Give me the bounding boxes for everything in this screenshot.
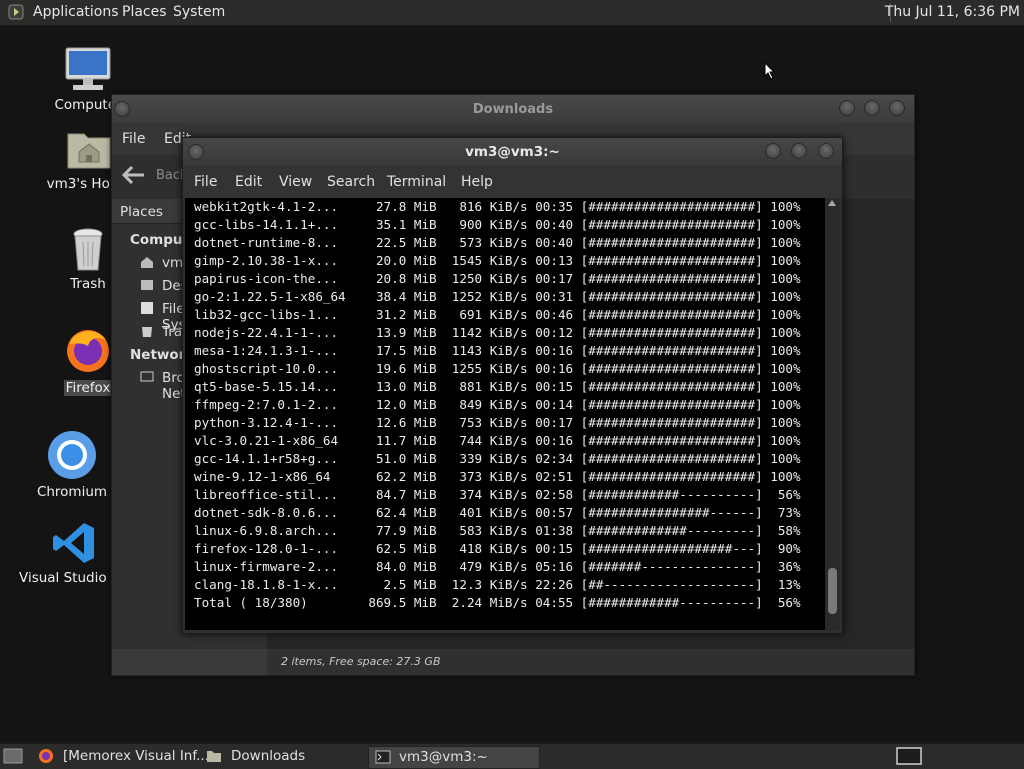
window-title: Downloads bbox=[472, 102, 554, 117]
close-button[interactable] bbox=[818, 143, 834, 159]
minimize-button[interactable] bbox=[765, 143, 781, 159]
workspace-switcher-icon[interactable] bbox=[896, 747, 922, 765]
status-text: 2 items, Free space: 27.3 GB bbox=[281, 655, 441, 668]
terminal-line: dotnet-runtime-8... 22.5 MiB 573 KiB/s 0… bbox=[194, 235, 801, 250]
terminal-line: linux-firmware-2... 84.0 MiB 479 KiB/s 0… bbox=[194, 559, 801, 574]
task-terminal[interactable]: vm3@vm3:~ bbox=[368, 746, 540, 769]
terminal-line: python-3.12.4-1-... 12.6 MiB 753 KiB/s 0… bbox=[194, 415, 801, 430]
terminal-line: dotnet-sdk-8.0.6... 62.4 MiB 401 KiB/s 0… bbox=[194, 505, 801, 520]
clock[interactable]: Thu Jul 11, 6:36 PM bbox=[885, 4, 1020, 20]
desktop-icon-label: Trash bbox=[70, 276, 106, 292]
task-label: Downloads bbox=[231, 748, 306, 764]
terminal-line: mesa-1:24.1.3-1-... 17.5 MiB 1143 KiB/s … bbox=[194, 343, 801, 358]
terminal-line: gimp-2.10.38-1-x... 20.0 MiB 1545 KiB/s … bbox=[194, 253, 801, 268]
firefox-icon bbox=[39, 749, 53, 763]
terminal-line: webkit2gtk-4.1-2... 27.8 MiB 816 KiB/s 0… bbox=[194, 199, 801, 214]
terminal-line: wine-9.12-1-x86_64 62.2 MiB 373 KiB/s 02… bbox=[194, 469, 801, 484]
task-firefox[interactable]: [Memorex Visual Inf... bbox=[36, 746, 209, 767]
applications-menu-icon[interactable] bbox=[8, 4, 24, 20]
task-label: vm3@vm3:~ bbox=[399, 749, 488, 765]
terminal-line: Total ( 18/380) 869.5 MiB 2.24 MiB/s 04:… bbox=[194, 595, 801, 610]
maximize-button[interactable] bbox=[791, 143, 807, 159]
task-downloads[interactable]: Downloads bbox=[204, 746, 364, 767]
terminal-line: go-2:1.22.5-1-x86_64 38.4 MiB 1252 KiB/s… bbox=[194, 289, 801, 304]
scrollbar[interactable] bbox=[825, 198, 840, 630]
sidebar-item-vm3[interactable]: vm3 bbox=[140, 255, 192, 273]
terminal-line: gcc-libs-14.1.1+... 35.1 MiB 900 KiB/s 0… bbox=[194, 217, 801, 232]
applications-menu[interactable]: Applications bbox=[33, 4, 119, 20]
menu-view[interactable]: View bbox=[279, 174, 312, 190]
desktop-icon-chromium[interactable]: Chromium bbox=[32, 430, 112, 500]
menu-terminal[interactable]: Terminal bbox=[387, 174, 446, 190]
computer-icon bbox=[65, 47, 111, 90]
terminal-line: vlc-3.0.21-1-x86_64 11.7 MiB 744 KiB/s 0… bbox=[194, 433, 801, 448]
terminal-lines: webkit2gtk-4.1-2... 27.8 MiB 816 KiB/s 0… bbox=[194, 198, 801, 612]
scrollbar-thumb[interactable] bbox=[828, 568, 837, 614]
status-bar: 2 items, Free space: 27.3 GB bbox=[267, 649, 914, 675]
desktop-icon-firefox[interactable]: Firefox bbox=[58, 326, 118, 396]
terminal-line: libreoffice-stil... 84.7 MiB 374 KiB/s 0… bbox=[194, 487, 801, 502]
menu-file[interactable]: File bbox=[122, 131, 145, 147]
trash-icon bbox=[142, 327, 152, 337]
desktop-icon-trash[interactable]: Trash bbox=[58, 226, 118, 292]
terminal-line: clang-18.1.8-1-x... 2.5 MiB 12.3 KiB/s 2… bbox=[194, 577, 801, 592]
show-desktop-icon[interactable] bbox=[3, 748, 23, 764]
terminal-line: firefox-128.0-1-... 62.5 MiB 418 KiB/s 0… bbox=[194, 541, 801, 556]
network-icon bbox=[140, 371, 154, 382]
terminal-line: qt5-base-5.15.14... 13.0 MiB 881 KiB/s 0… bbox=[194, 379, 801, 394]
minimize-button[interactable] bbox=[839, 100, 855, 116]
trash-icon bbox=[73, 228, 103, 271]
close-button[interactable] bbox=[889, 100, 905, 116]
scroll-up-arrow-icon[interactable] bbox=[828, 200, 836, 206]
sidebar-item-file-system[interactable]: File System bbox=[140, 301, 212, 333]
chromium-icon bbox=[48, 431, 96, 479]
terminal-line: linux-6.9.8.arch... 77.9 MiB 583 KiB/s 0… bbox=[194, 523, 801, 538]
menu-search[interactable]: Search bbox=[327, 174, 375, 190]
terminal-output[interactable]: webkit2gtk-4.1-2... 27.8 MiB 816 KiB/s 0… bbox=[185, 198, 825, 630]
bottom-panel: [Memorex Visual Inf... Downloads vm3@vm3… bbox=[0, 743, 1024, 769]
places-menu[interactable]: Places bbox=[122, 4, 167, 20]
menu-help[interactable]: Help bbox=[461, 174, 493, 190]
terminal-line: papirus-icon-the... 20.8 MiB 1250 KiB/s … bbox=[194, 271, 801, 286]
desktop-icon-label: Chromium bbox=[36, 484, 108, 500]
sidebar-item-trash[interactable]: Trash bbox=[140, 324, 198, 342]
home-folder-icon bbox=[67, 133, 111, 169]
desktop-icon-label: Firefox bbox=[63, 380, 113, 396]
terminal-icon bbox=[375, 750, 391, 764]
home-icon bbox=[141, 257, 153, 268]
window-title: vm3@vm3:~ bbox=[465, 144, 560, 160]
system-menu[interactable]: System bbox=[173, 4, 225, 20]
maximize-button[interactable] bbox=[864, 100, 880, 116]
menu-file[interactable]: File bbox=[194, 174, 217, 190]
drive-icon bbox=[141, 302, 153, 314]
sidebar-item-desktop[interactable]: Desktop bbox=[140, 278, 218, 296]
terminal-line: ffmpeg-2:7.0.1-2... 12.0 MiB 849 KiB/s 0… bbox=[194, 397, 801, 412]
terminal-line: ghostscript-10.0... 19.6 MiB 1255 KiB/s … bbox=[194, 361, 801, 376]
file-manager-titlebar[interactable]: Downloads bbox=[112, 95, 914, 123]
sidebar-header-label: Places bbox=[120, 204, 163, 220]
terminal-menubar: File Edit View Search Terminal Help bbox=[183, 166, 842, 198]
folder-icon bbox=[207, 751, 221, 762]
terminal-titlebar[interactable]: vm3@vm3:~ bbox=[183, 138, 842, 166]
task-label: [Memorex Visual Inf... bbox=[63, 748, 210, 764]
firefox-icon bbox=[67, 330, 109, 372]
menu-edit[interactable]: Edit bbox=[235, 174, 262, 190]
vscode-icon bbox=[53, 523, 94, 563]
top-panel: Applications Places System Thu Jul 11, 6… bbox=[0, 0, 1024, 26]
terminal-line: nodejs-22.4.1-1-... 13.9 MiB 1142 KiB/s … bbox=[194, 325, 801, 340]
sidebar-item-browse-network[interactable]: Browse Network bbox=[140, 370, 218, 402]
desktop-folder-icon bbox=[141, 280, 153, 290]
back-arrow-icon[interactable] bbox=[122, 165, 146, 185]
terminal-line: lib32-gcc-libs-1... 31.2 MiB 691 KiB/s 0… bbox=[194, 307, 801, 322]
terminal-line: gcc-14.1.1+r58+g... 51.0 MiB 339 KiB/s 0… bbox=[194, 451, 801, 466]
mouse-pointer-icon bbox=[764, 62, 776, 80]
terminal-window: vm3@vm3:~ File Edit View Search Terminal… bbox=[182, 137, 843, 634]
